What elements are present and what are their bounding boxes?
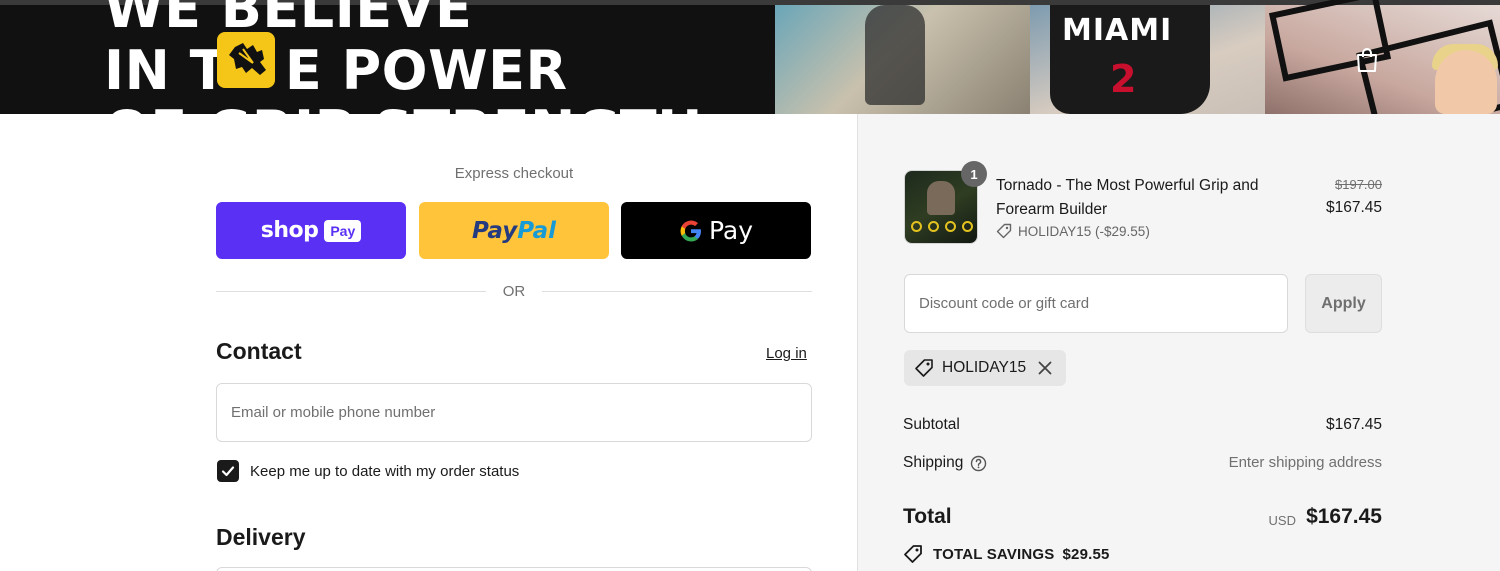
applied-discount-code: HOLIDAY15 [942,359,1027,376]
banner-photo-court [775,5,1030,114]
shopping-bag-icon[interactable] [1355,47,1379,73]
savings-tag-icon [904,545,922,563]
shop-pay-pill: Pay [324,219,362,242]
shipping-value: Enter shipping address [1228,454,1382,471]
banner-athlete-shadow [865,5,925,105]
keep-updated-checkbox[interactable] [217,460,239,482]
total-savings-label: TOTAL SAVINGS [933,545,1055,563]
paypal-wordmark: PayPal [472,218,556,244]
google-pay-wordmark: Pay [708,216,754,245]
tag-icon [915,359,933,377]
delivery-country-select[interactable] [216,567,812,571]
jersey-text: MIAMI [1062,13,1173,48]
checkmark-icon [221,466,235,477]
discounted-price: $167.45 [1325,199,1382,216]
slogan-line-1: WE BELIEVE [104,0,473,40]
subtotal-label: Subtotal [903,416,960,433]
product-discount-line: HOLIDAY15 (-$29.55) [996,223,1150,239]
hero-banner: WE BELIEVE IN TE POWER OF GRIP STRENGTH … [0,0,1500,114]
google-pay-button[interactable]: Pay [621,202,811,259]
jersey-number: 2 [1110,57,1137,101]
slogan-line-2-end: E POWER [284,39,568,102]
google-g-icon [680,220,701,241]
paypal-wordmark-pal: Pal [517,217,556,244]
fist-icon [217,32,275,88]
slogan-line-2: IN TE POWER [104,44,568,98]
email-or-phone-input[interactable] [216,383,812,442]
original-price: $197.00 [1335,177,1382,192]
delivery-heading: Delivery [216,524,306,550]
banner-face [1435,50,1497,114]
contact-heading: Contact [216,338,302,364]
total-savings: TOTAL SAVINGS $29.55 [903,544,1110,564]
shop-pay-button[interactable]: shop Pay [216,202,406,259]
banner-photo-strip: MIAMI 2 [775,0,1500,114]
help-question-icon[interactable] [970,455,987,472]
paypal-wordmark-pay: Pay [472,217,518,244]
total-savings-amount: $29.55 [1062,545,1110,563]
paypal-button[interactable]: PayPal [419,202,609,259]
slogan-line-3: OF GRIP STRENGTH [104,104,703,115]
apply-discount-button[interactable]: Apply [1305,274,1382,333]
total-currency: USD [1268,513,1296,528]
applied-discount-chip: HOLIDAY15 [904,350,1067,386]
remove-discount-close-icon[interactable] [1036,359,1054,377]
shipping-row-label: Shipping [903,454,987,472]
total-value: $167.45 [1306,505,1382,528]
total-label: Total [903,505,952,528]
product-thumbnail-figure [927,181,955,215]
product-name: Tornado - The Most Powerful Grip and For… [996,177,1259,218]
product-discount-text: HOLIDAY15 (-$29.55) [1018,223,1150,239]
banner-jersey: MIAMI 2 [1050,5,1210,114]
express-checkout-label: Express checkout [454,165,574,182]
keep-updated-label[interactable]: Keep me up to date with my order status [250,463,519,480]
shop-pay-wordmark: shop [260,218,319,243]
product-thumbnail-icons [911,221,973,235]
slogan-line-2-start: IN T [104,39,227,102]
quantity-badge: 1 [961,161,987,187]
or-separator: OR [216,282,812,302]
shipping-label: Shipping [903,454,964,471]
subtotal-value: $167.45 [1325,416,1382,433]
log-in-link[interactable]: Log in [766,345,807,362]
discount-code-input[interactable] [904,274,1288,333]
separator-line-right [542,291,812,292]
tag-icon [996,223,1012,239]
